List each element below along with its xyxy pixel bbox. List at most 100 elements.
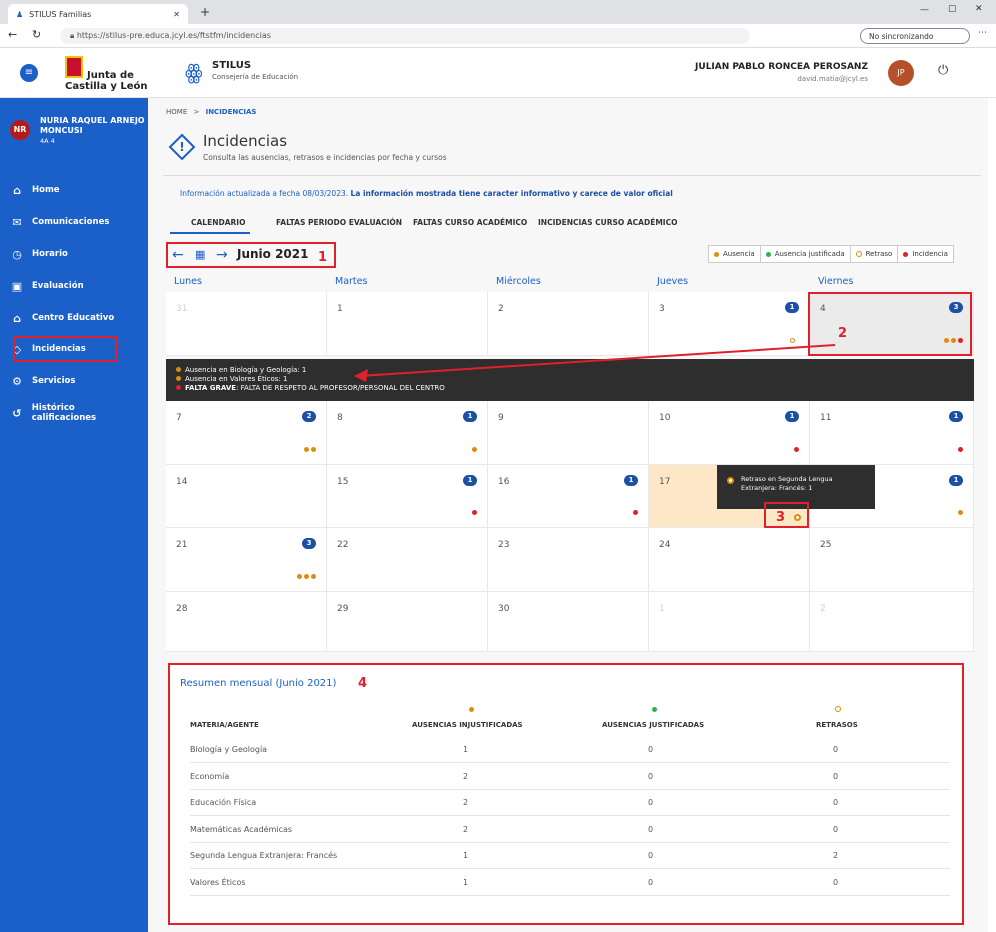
calendar-day-cell[interactable]: 30 [488,592,649,652]
ausencia-dot-icon [958,510,963,515]
calendar-day-cell[interactable]: 21 3 [166,528,327,592]
maximize-icon[interactable]: ▢ [948,4,957,14]
sidebar-item-label: Horario [32,249,68,259]
table-cell: Valores Éticos [190,878,246,887]
table-cell: 0 [648,824,654,834]
orange-ring-icon [835,706,841,712]
grade-icon: ▣ [11,279,23,293]
count-badge: 1 [463,475,477,486]
sidebar-item-horario[interactable]: ◷ Horario [10,243,140,265]
status-dots [958,510,963,515]
info-date: Información actualizada a fecha 08/03/20… [180,189,349,198]
calendar-day-cell[interactable]: 81 [327,401,488,465]
status-dots [472,447,477,452]
annotation-2: 2 [838,326,848,341]
highlight-box-retraso [764,502,809,528]
calendar-day-cell[interactable]: 16 1 [488,465,649,528]
browser-tab[interactable]: ♟ STILUS Familias ✕ [8,4,188,24]
sidebar-item-centro-educativo[interactable]: ⌂ Centro Educativo [10,307,140,329]
day-number: 21 [176,540,188,550]
legend: Ausencia Ausencia justificada Retraso In… [708,245,954,263]
breadcrumb-home[interactable]: HOME [166,108,187,116]
back-icon[interactable]: ← [8,28,17,41]
col-header-materia: MATERIA/AGENTE [190,721,259,729]
calendar-day-cell[interactable]: 28 [166,592,327,652]
table-cell: 0 [648,851,654,861]
user-avatar[interactable]: JP [888,60,914,86]
weekday-label: Miércoles [496,276,541,287]
tab-title: STILUS Familias [29,9,92,19]
legend-ausencia: Ausencia [709,246,761,262]
calendar-day-cell[interactable]: 23 [488,528,649,592]
day-number: 22 [337,540,349,550]
student-avatar: NR [10,120,30,140]
day-number: 10 [659,413,671,423]
calendar-day-cell[interactable]: 22 [327,528,488,592]
annotation-4: 4 [358,676,368,691]
retraso-ring-icon [794,514,801,521]
table-cell: 2 [463,771,469,781]
col-header-injustificadas: AUSENCIAS INJUSTIFICADAS [412,721,523,729]
app-name: STILUS [212,60,252,71]
tab-incidencias-curso[interactable]: INCIDENCIAS CURSO ACADÉMICO [538,218,677,227]
calendar-day-cell[interactable]: 9 [488,401,649,465]
sidebar-item-evaluacion[interactable]: ▣ Evaluación [10,275,140,297]
breadcrumb-current: INCIDENCIAS [205,108,257,116]
calendar-day-cell[interactable]: 24 [649,528,810,592]
calendar-day-cell[interactable]: 25 [810,528,974,592]
table-cell: 0 [833,745,839,754]
power-icon[interactable]: ⏻ [938,63,948,78]
sidebar-item-servicios[interactable]: ⚙ Servicios [10,370,140,392]
calendar-day-cell[interactable]: 2 [810,592,974,652]
table-row: Matemáticas Académicas 2 0 0 [190,817,950,843]
calendar-day-cell[interactable]: 10 1 [649,401,810,465]
calendar-day-cell[interactable]: 72 [166,401,327,465]
sidebar-item-home[interactable]: ⌂ Home [10,179,140,201]
red-dot-icon [176,385,181,390]
more-icon[interactable]: ⋯ [978,28,987,38]
table-cell: Educación Física [190,798,257,808]
logo-line2: Castilla y León [65,81,148,92]
sidebar-item-comunicaciones[interactable]: ✉ Comunicaciones [10,211,140,233]
day-number: 2 [498,304,504,314]
history-icon: ↺ [12,406,22,420]
menu-toggle-icon[interactable]: ≡ [20,64,38,82]
page-subtitle: Consulta las ausencias, retrasos e incid… [203,153,447,162]
incidencia-dot-icon [958,447,963,452]
tab-faltas-periodo[interactable]: FALTAS PERIODO EVALUACIÓN [276,218,402,227]
table-row: Educación Física 2 0 0 [190,790,950,817]
new-tab-icon[interactable]: + [200,5,210,19]
title-divider [163,175,981,176]
ausencia-dot-icon [472,447,477,452]
sync-button[interactable]: No sincronizando [860,28,970,44]
minimize-icon[interactable]: — [920,5,929,15]
tab-faltas-curso[interactable]: FALTAS CURSO ACADÉMICO [413,218,527,227]
calendar-day-cell[interactable]: 11 1 [810,401,974,465]
calendar-day-cell[interactable]: 15 1 [327,465,488,528]
sidebar-item-label: Servicios [32,376,76,386]
tab-calendario[interactable]: CALENDARIO [191,218,245,227]
calendar-day-cell[interactable]: 31 [166,292,327,356]
school-icon: ⌂ [13,311,21,325]
weekday-label: Jueves [657,276,689,287]
tooltip-line2: Extranjera: Francés: 1 [741,484,813,492]
sidebar-item-historico[interactable]: ↺ Histórico calificaciones [10,402,140,424]
weekday-label: Martes [335,276,368,287]
highlight-box-sidebar [13,336,117,362]
annotation-1: 1 [318,250,328,265]
calendar-day-cell[interactable]: 29 [327,592,488,652]
weekday-label: Viernes [818,276,854,287]
ausencia-dot-icon [304,447,309,452]
annotation-arrow-icon [354,344,836,382]
count-badge: 1 [949,411,963,422]
url-field[interactable]: 🔒︎ https://stilus-pre.educa.jcyl.es/ftst… [60,28,750,44]
favicon-icon: ♟ [16,9,24,19]
calendar-day-cell[interactable]: 1 [649,592,810,652]
count-badge: 2 [302,411,316,422]
close-tab-icon[interactable]: ✕ [173,10,180,19]
window-close-icon[interactable]: ✕ [975,4,983,14]
day-number: 23 [498,540,510,550]
reload-icon[interactable]: ↻ [32,28,41,41]
sidebar-item-label: Centro Educativo [32,313,115,323]
calendar-day-cell[interactable]: 14 [166,465,327,528]
